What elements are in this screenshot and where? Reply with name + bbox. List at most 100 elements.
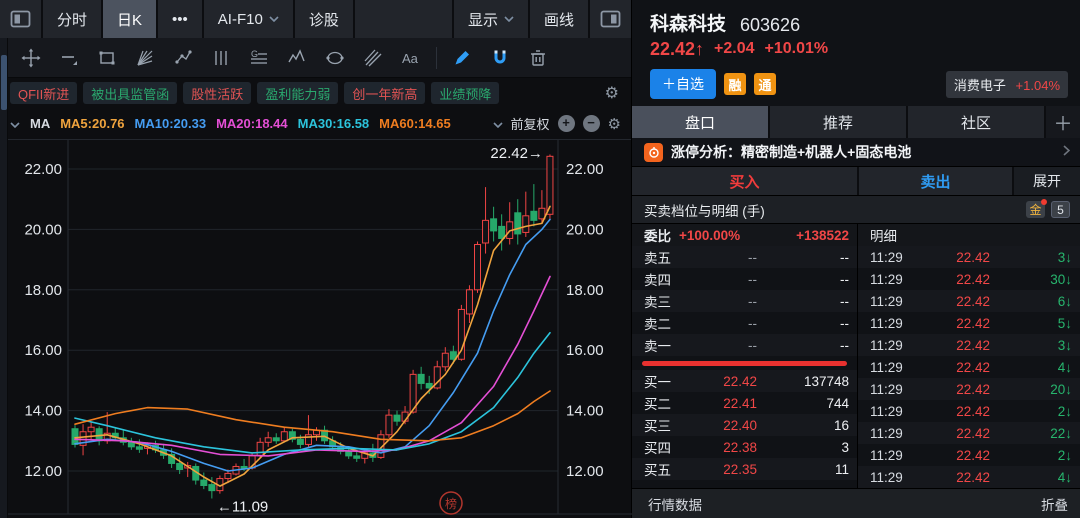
ma-indicator-row: MAMA5:20.76MA10:20.33MA20:18.44MA30:16.5… [0,108,631,140]
stock-code: 603626 [740,15,800,36]
order-book-row[interactable]: 卖三 -- -- [632,290,857,312]
move-tool-icon[interactable] [14,43,48,73]
tab-minute[interactable]: 分时 [43,0,101,38]
pencil-tool-icon[interactable] [445,43,479,73]
draw-line-button[interactable]: 画线 [530,0,588,38]
more-periods-button[interactable]: ••• [158,0,202,38]
tags-settings-gear-icon[interactable]: ⚙ [605,83,619,103]
left-scrollbar[interactable] [0,38,8,518]
scrollbar-thumb[interactable] [1,55,7,110]
stock-tag[interactable]: 盈利能力弱 [257,82,338,104]
weibi-label: 委比 [644,225,671,245]
order-book-row[interactable]: 买三 22.40 16 [632,414,857,436]
limit-up-analysis-row[interactable]: 涨停分析：精密制造+机器人+固态电池 [632,138,1080,167]
rectangle-tool-icon[interactable] [90,43,124,73]
tab-recommend[interactable]: 推荐 [770,106,906,138]
order-book-row[interactable]: 买一 22.42 137748 [632,370,857,392]
ellipse-tool-icon[interactable] [318,43,352,73]
trash-tool-icon[interactable] [521,43,555,73]
sell-button[interactable]: 卖出 [859,167,1012,195]
stock-tag[interactable]: 被出具监管函 [83,82,177,104]
ma-collapse-chevron-icon[interactable] [10,116,20,131]
order-book-row[interactable]: 卖二 -- -- [632,312,857,334]
expand-button[interactable]: 展开 [1014,167,1080,195]
order-book-row[interactable]: 卖五 -- -- [632,246,857,268]
diagnose-stock-button-label: 诊股 [309,9,339,30]
order-book-row[interactable]: 买二 22.41 744 [632,392,857,414]
stock-tag[interactable]: 股性活跃 [183,82,251,104]
trade-volume: 5↓ [1024,316,1072,331]
book-badges: 金 5 [1026,201,1070,218]
tab-order-book[interactable]: 盘口 [632,106,768,138]
trade-detail-row: 11:29 22.42 3↓ [858,246,1080,268]
market-data-link[interactable]: 行情数据 [648,494,702,514]
stock-tag[interactable]: 业绩预降 [431,82,499,104]
trade-time: 11:29 [870,338,926,353]
gann-lines-tool-icon[interactable]: G [242,43,276,73]
level-badge[interactable]: 5 [1051,201,1070,218]
trade-time: 11:29 [870,382,926,397]
vertical-lines-tool-icon[interactable] [204,43,238,73]
svg-text:12.00: 12.00 [566,463,604,480]
zoom-out-button[interactable]: − [583,115,600,132]
level-volume: -- [783,250,849,265]
svg-text:12.00: 12.00 [24,463,62,480]
level-volume: 3 [783,440,849,455]
wave-tool-icon[interactable] [280,43,314,73]
stock-tag[interactable]: 创一年新高 [344,82,425,104]
connect-badge[interactable]: 通 [754,73,776,95]
zoom-in-button[interactable]: + [558,115,575,132]
buy-button[interactable]: 买入 [632,167,857,195]
stock-tag[interactable]: QFII新进 [10,82,77,104]
collapse-link[interactable]: 折叠 [1041,494,1068,514]
display-button-label: 显示 [468,9,498,30]
diagnose-stock-button[interactable]: 诊股 [295,0,353,38]
display-button[interactable]: 显示 [454,0,528,38]
add-watchlist-button[interactable]: ＋自选 [650,69,716,99]
magnet-tool-icon[interactable] [483,43,517,73]
svg-text:14.00: 14.00 [24,403,62,420]
order-book-row[interactable]: 卖一 -- -- [632,334,857,356]
chart-panel: 分时日K••• AI-F10 诊股 显示 画线 G Aa QFII新进被出具监管函股性活跃… [0,0,632,518]
trade-time: 11:29 [870,360,926,375]
gold-badge[interactable]: 金 [1026,201,1045,218]
ai-f10-button[interactable]: AI-F10 [204,0,293,38]
trend-line-tool-icon[interactable] [52,43,86,73]
tab-community[interactable]: 社区 [908,106,1044,138]
ai-f10-button-label: AI-F10 [218,11,263,28]
adjust-chevron-icon[interactable] [493,116,503,131]
kline-chart[interactable]: 22.0022.0020.0020.0018.0018.0016.0016.00… [0,140,632,518]
trade-volume: 22↓ [1024,426,1072,441]
level-label: 买二 [644,393,690,413]
sell-levels: 卖五 -- -- 卖四 -- -- 卖三 -- -- 卖二 -- -- 卖一 -… [632,246,857,356]
add-tab-button[interactable]: ＋ [1046,106,1080,138]
collapse-right-panel-button[interactable] [590,0,631,38]
order-book-row[interactable]: 买四 22.38 3 [632,436,857,458]
gann-fan-tool-icon[interactable] [128,43,162,73]
level-label: 卖三 [644,291,690,311]
segment-tool-icon[interactable] [166,43,200,73]
text-tool-icon[interactable]: Aa [394,43,428,73]
sector-pill[interactable]: 消费电子 +1.04% [946,71,1068,98]
level-label: 买一 [644,371,690,391]
chart-settings-gear-icon[interactable]: ⚙ [608,115,621,133]
svg-text:16.00: 16.00 [566,342,604,359]
candlestick-chart-svg[interactable]: 22.0022.0020.0020.0018.0018.0016.0016.00… [0,140,632,518]
level-volume: 137748 [783,374,849,389]
adjust-mode-label[interactable]: 前复权 [511,114,550,133]
price-row: 22.42↑ +2.04 +10.01% [632,36,1080,62]
tab-daily-k[interactable]: 日K [103,0,156,38]
trade-price: 22.42 [926,448,1024,463]
trade-detail-row: 11:29 22.42 20↓ [858,378,1080,400]
level-price: 22.35 [690,462,783,477]
pitchfork-tool-icon[interactable] [356,43,390,73]
order-book-row[interactable]: 卖四 -- -- [632,268,857,290]
last-price: 22.42↑ [650,39,704,60]
top-toolbar: 分时日K••• AI-F10 诊股 显示 画线 [0,0,631,38]
order-book-row[interactable]: 买五 22.35 11 [632,458,857,480]
level-label: 卖四 [644,269,690,289]
margin-badge[interactable]: 融 [724,73,746,95]
collapse-left-panel-button[interactable] [0,0,41,38]
svg-text:16.00: 16.00 [24,342,62,359]
toolbar-divider [436,47,437,69]
